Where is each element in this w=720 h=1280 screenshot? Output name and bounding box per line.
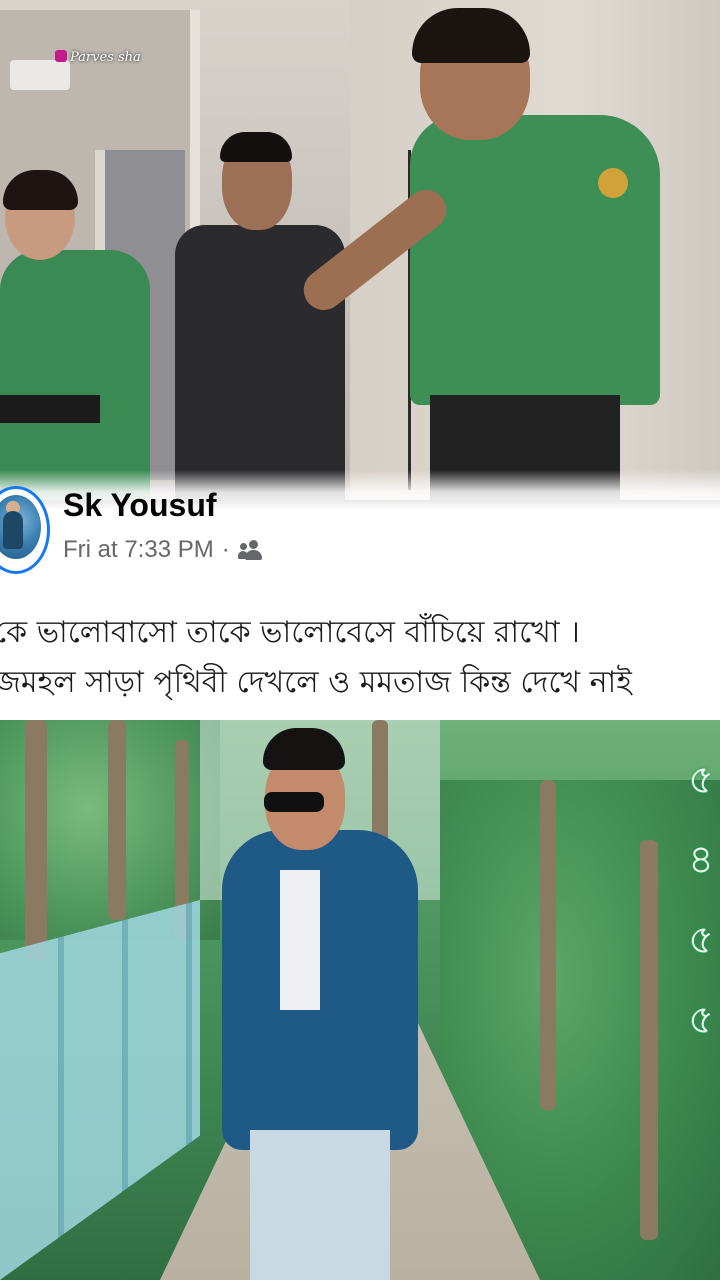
tree-trunk: [108, 720, 126, 920]
post-meta: Fri at 7:33 PM ·: [63, 536, 266, 564]
officer-right-body: [410, 115, 660, 405]
watermark-text: Parves sha: [70, 50, 141, 65]
friends-icon[interactable]: [237, 539, 266, 561]
man-shirt: [280, 870, 320, 1010]
blue-net-fence: [0, 900, 200, 1280]
officer-left-belt: [0, 395, 100, 423]
shoulder-badge: [598, 168, 628, 198]
sunglasses: [264, 792, 324, 812]
edge-decoration: ৫৪৫৫: [688, 757, 714, 1043]
tree-trunk: [640, 840, 658, 1240]
man-center-hair: [220, 132, 292, 162]
watermark: Parves sha: [55, 50, 141, 65]
tree-trunk: [540, 780, 556, 1110]
author-name[interactable]: Sk Yousuf: [63, 487, 217, 524]
avatar-figure-body: [3, 511, 23, 549]
top-video-frame: Parves sha: [0, 0, 720, 500]
watermark-logo-icon: [55, 50, 67, 62]
man-jacket: [222, 830, 418, 1150]
post-text-line-1: কে ভালোবাসো তাকে ভালোবেসে বাঁচিয়ে রাখো …: [0, 615, 580, 650]
man-pants: [250, 1130, 390, 1280]
meta-separator: ·: [221, 536, 230, 563]
officer-left-body: [0, 250, 150, 500]
post-timestamp[interactable]: Fri at 7:33 PM: [63, 536, 214, 564]
tree-trunk: [25, 720, 47, 960]
tree-trunk: [372, 720, 388, 850]
post-text-line-2: জমহল সাড়া পৃথিবী দেখলে ও মমতাজ কিন্ত দে…: [0, 665, 632, 700]
